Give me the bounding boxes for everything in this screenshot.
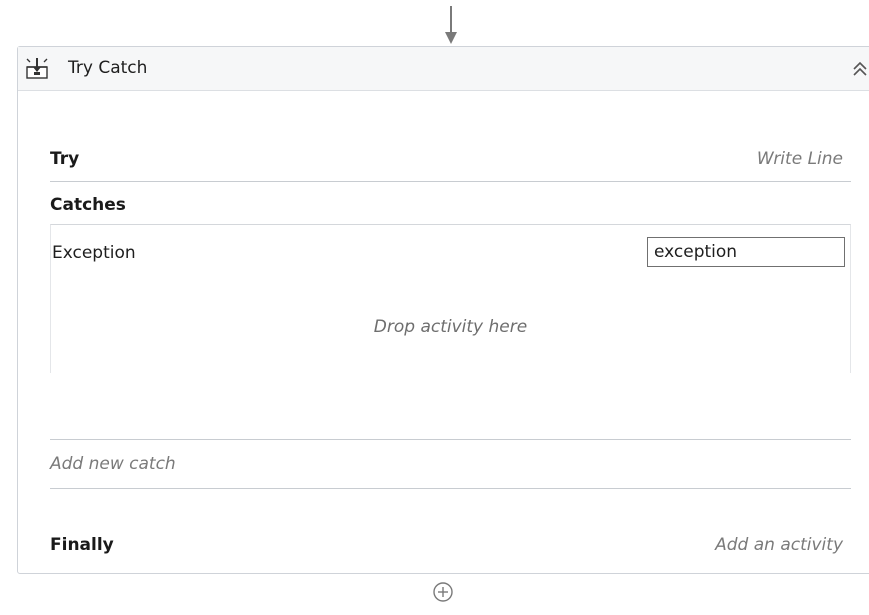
catch-exception-type[interactable]: Exception — [52, 243, 136, 263]
add-catch-divider — [50, 488, 851, 489]
add-new-catch-link[interactable]: Add new catch — [50, 454, 176, 474]
try-catch-activity[interactable]: Try Catch Try Write Line Catches Excepti… — [17, 46, 869, 574]
finally-add-activity-link[interactable]: Add an activity — [715, 535, 843, 555]
plus-circle-icon[interactable] — [431, 580, 455, 604]
try-activity-link[interactable]: Write Line — [757, 149, 843, 169]
try-section-label: Try — [50, 149, 80, 169]
activity-header[interactable]: Try Catch — [18, 47, 869, 91]
arrow-down-icon — [445, 6, 457, 44]
try-divider — [50, 181, 851, 182]
finally-section-label: Finally — [50, 535, 114, 555]
double-chevron-up-icon[interactable] — [850, 60, 869, 78]
drop-activity-zone[interactable]: Drop activity here — [51, 317, 850, 337]
try-catch-activity-icon — [26, 58, 48, 79]
catch-variable-input[interactable] — [647, 237, 845, 267]
workflow-designer-canvas: Try Catch Try Write Line Catches Excepti… — [0, 0, 869, 615]
catches-divider — [50, 439, 851, 440]
activity-title: Try Catch — [68, 58, 148, 78]
catches-section-label: Catches — [50, 195, 126, 215]
catch-block[interactable]: Exception Drop activity here — [50, 224, 851, 373]
